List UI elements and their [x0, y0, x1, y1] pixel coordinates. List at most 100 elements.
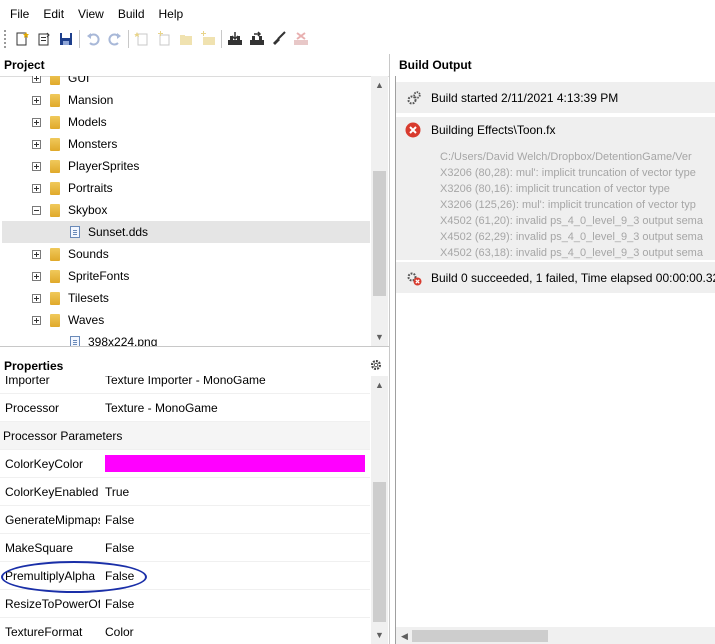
property-name: GenerateMipmaps — [5, 512, 100, 527]
project-panel-title: Project — [0, 54, 390, 76]
scroll-down-icon[interactable]: ▼ — [371, 330, 388, 344]
property-row[interactable]: MakeSquare False — [0, 534, 370, 562]
vertical-splitter[interactable] — [389, 54, 390, 644]
tree-item[interactable]: PlayerSprites — [2, 155, 370, 177]
properties-settings-button[interactable] — [369, 358, 383, 372]
save-project-button[interactable] — [55, 29, 77, 49]
redo-button[interactable] — [104, 29, 126, 49]
expand-icon[interactable] — [32, 271, 41, 281]
clean-button[interactable] — [268, 29, 290, 49]
folder-icon — [50, 76, 60, 85]
property-row[interactable]: ResizeToPowerOfTwoFalse — [0, 590, 370, 618]
add-item-button[interactable] — [153, 29, 175, 49]
expand-icon[interactable] — [32, 117, 41, 127]
property-row[interactable]: Processor Texture - MonoGame — [0, 394, 370, 422]
folder-icon — [50, 115, 60, 129]
properties-scroll-thumb[interactable] — [373, 482, 386, 622]
tree-item[interactable]: Models — [2, 111, 370, 133]
build-output: Build started 2/11/2021 4:13:39 PM Build… — [396, 78, 715, 628]
property-row[interactable]: ColorKeyEnabled True — [0, 478, 370, 506]
scroll-left-icon[interactable]: ◀ — [396, 629, 413, 643]
property-value[interactable]: True — [100, 485, 129, 499]
build-output-hscrollbar[interactable]: ◀ — [396, 627, 715, 644]
open-project-button[interactable] — [33, 29, 55, 49]
expand-icon[interactable] — [32, 293, 41, 303]
new-folder-button[interactable] — [175, 29, 197, 49]
expand-icon[interactable] — [32, 315, 41, 325]
scroll-up-icon[interactable]: ▲ — [371, 78, 388, 92]
build-started-entry[interactable]: Build started 2/11/2021 4:13:39 PM — [396, 82, 715, 113]
expand-icon[interactable] — [32, 183, 41, 193]
new-project-button[interactable] — [11, 29, 33, 49]
property-row[interactable]: ColorKeyColor — [0, 450, 370, 478]
building-entry[interactable]: Building Effects\Toon.fx C:/Users/David … — [396, 117, 715, 260]
scroll-down-icon[interactable]: ▼ — [371, 628, 388, 642]
property-value[interactable]: Texture - MonoGame — [100, 401, 218, 415]
tree-item[interactable]: Waves — [2, 309, 370, 331]
tree-item[interactable]: Portraits — [2, 177, 370, 199]
property-value[interactable]: False — [100, 597, 134, 611]
tree-item-label: Monsters — [68, 137, 118, 151]
tree-item[interactable]: Sounds — [2, 243, 370, 265]
color-swatch[interactable] — [100, 455, 365, 472]
property-row[interactable]: Importer Texture Importer - MonoGame — [0, 376, 370, 394]
cancel-build-icon — [294, 32, 308, 45]
property-value[interactable]: False — [100, 541, 134, 555]
cancel-build-button[interactable] — [290, 29, 312, 49]
scroll-up-icon[interactable]: ▲ — [371, 378, 388, 392]
toolbar-grip[interactable] — [4, 30, 7, 48]
property-value[interactable]: False — [100, 569, 134, 583]
property-category[interactable]: Processor Parameters — [0, 422, 370, 450]
menu-edit[interactable]: Edit — [36, 0, 71, 28]
menu-help[interactable]: Help — [152, 0, 191, 28]
property-name: Importer — [5, 376, 50, 387]
build-summary-entry[interactable]: Build 0 succeeded, 1 failed, Time elapse… — [396, 262, 715, 293]
expand-icon[interactable] — [32, 95, 41, 105]
tree-item-label: Sounds — [68, 247, 109, 261]
build-button[interactable] — [224, 29, 246, 49]
expand-icon[interactable] — [32, 161, 41, 171]
tree-item-label: Waves — [68, 313, 105, 327]
rebuild-icon — [250, 31, 264, 45]
property-value[interactable]: Texture Importer - MonoGame — [100, 376, 266, 387]
properties-scrollbar[interactable]: ▲ ▼ — [371, 376, 388, 644]
tree-item[interactable]: Skybox — [2, 199, 370, 221]
menu-build[interactable]: Build — [111, 0, 152, 28]
new-item-button[interactable] — [131, 29, 153, 49]
expand-icon[interactable] — [32, 139, 41, 149]
tree-item[interactable]: Tilesets — [2, 287, 370, 309]
menu-file[interactable]: File — [3, 0, 36, 28]
property-name: Processor — [5, 400, 60, 415]
panel-divider[interactable] — [0, 346, 390, 347]
new-item-icon — [134, 32, 148, 46]
rebuild-button[interactable] — [246, 29, 268, 49]
build-detail-line: X4502 (63,18): invalid ps_4_0_level_9_3 … — [440, 247, 703, 259]
tree-item[interactable]: GUI — [2, 76, 370, 89]
tree-item[interactable]: Mansion — [2, 89, 370, 111]
folder-icon — [50, 159, 60, 173]
menu-view[interactable]: View — [71, 0, 111, 28]
undo-button[interactable] — [82, 29, 104, 49]
tree-item[interactable]: 398x224.png — [2, 331, 370, 346]
project-tree-scrollbar[interactable]: ▲ ▼ — [371, 76, 388, 346]
colorkey-swatch[interactable] — [105, 455, 365, 472]
tree-item[interactable]: SpriteFonts — [2, 265, 370, 287]
build-icon — [228, 32, 242, 45]
project-tree[interactable]: GUI Mansion Models Monsters PlayerSprites Por… — [2, 76, 370, 346]
build-output-hscroll-thumb[interactable] — [412, 630, 548, 642]
expand-icon[interactable] — [32, 76, 41, 83]
property-value[interactable]: Color — [100, 625, 134, 639]
collapse-icon[interactable] — [32, 205, 41, 215]
tree-item[interactable]: Monsters — [2, 133, 370, 155]
property-row[interactable]: TextureFormat Color — [0, 618, 370, 644]
expand-icon[interactable] — [32, 249, 41, 259]
property-value[interactable]: False — [100, 513, 134, 527]
build-output-title: Build Output — [395, 54, 715, 76]
tree-item[interactable]: Sunset.dds — [2, 221, 370, 243]
property-row[interactable]: PremultiplyAlpha False — [0, 562, 370, 590]
tree-item-label: Skybox — [68, 203, 108, 217]
add-folder-button[interactable] — [197, 29, 219, 49]
property-name: ResizeToPowerOfTwo — [5, 596, 100, 611]
project-tree-scroll-thumb[interactable] — [373, 171, 386, 296]
property-row[interactable]: GenerateMipmaps False — [0, 506, 370, 534]
